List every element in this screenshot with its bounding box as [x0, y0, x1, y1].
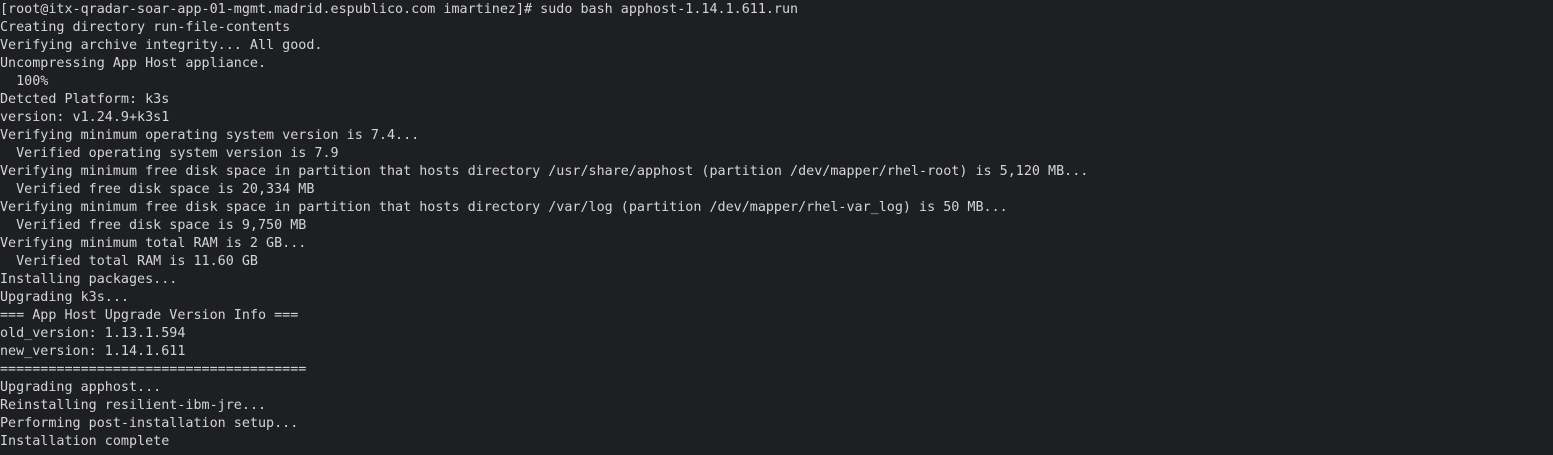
output-line: Verifying minimum free disk space in par…	[0, 164, 1089, 179]
output-line: Upgrading apphost...	[0, 380, 162, 395]
output-line: Detcted Platform: k3s	[0, 92, 170, 107]
output-line: ======================================	[0, 362, 307, 377]
command-prompt-line: [root@itx-qradar-soar-app-01-mgmt.madrid…	[0, 2, 799, 17]
output-line: Verifying minimum free disk space in par…	[0, 200, 1008, 215]
output-line: Verified free disk space is 20,334 MB	[0, 182, 315, 197]
output-line: === App Host Upgrade Version Info ===	[0, 308, 299, 323]
progress-line: 100%	[0, 74, 49, 89]
output-line: Reinstalling resilient-ibm-jre...	[0, 398, 267, 413]
output-line: Upgrading k3s...	[0, 290, 129, 305]
output-line: Verifying archive integrity... All good.	[0, 38, 323, 53]
output-line: old_version: 1.13.1.594	[0, 326, 186, 341]
output-line: Verified total RAM is 11.60 GB	[0, 254, 258, 269]
output-line: Verifying minimum operating system versi…	[0, 128, 420, 143]
output-line: Installing packages...	[0, 272, 178, 287]
output-line: Performing post-installation setup...	[0, 416, 299, 431]
output-line: Installation complete	[0, 434, 170, 449]
output-line: Creating directory run-file-contents	[0, 20, 291, 35]
terminal-output[interactable]: [root@itx-qradar-soar-app-01-mgmt.madrid…	[0, 0, 1553, 455]
output-line: version: v1.24.9+k3s1	[0, 110, 170, 125]
output-line: Verified operating system version is 7.9	[0, 146, 339, 161]
output-line: Verified free disk space is 9,750 MB	[0, 218, 307, 233]
output-line: Uncompressing App Host appliance.	[0, 56, 267, 71]
output-line: Verifying minimum total RAM is 2 GB...	[0, 236, 307, 251]
output-line: new_version: 1.14.1.611	[0, 344, 186, 359]
